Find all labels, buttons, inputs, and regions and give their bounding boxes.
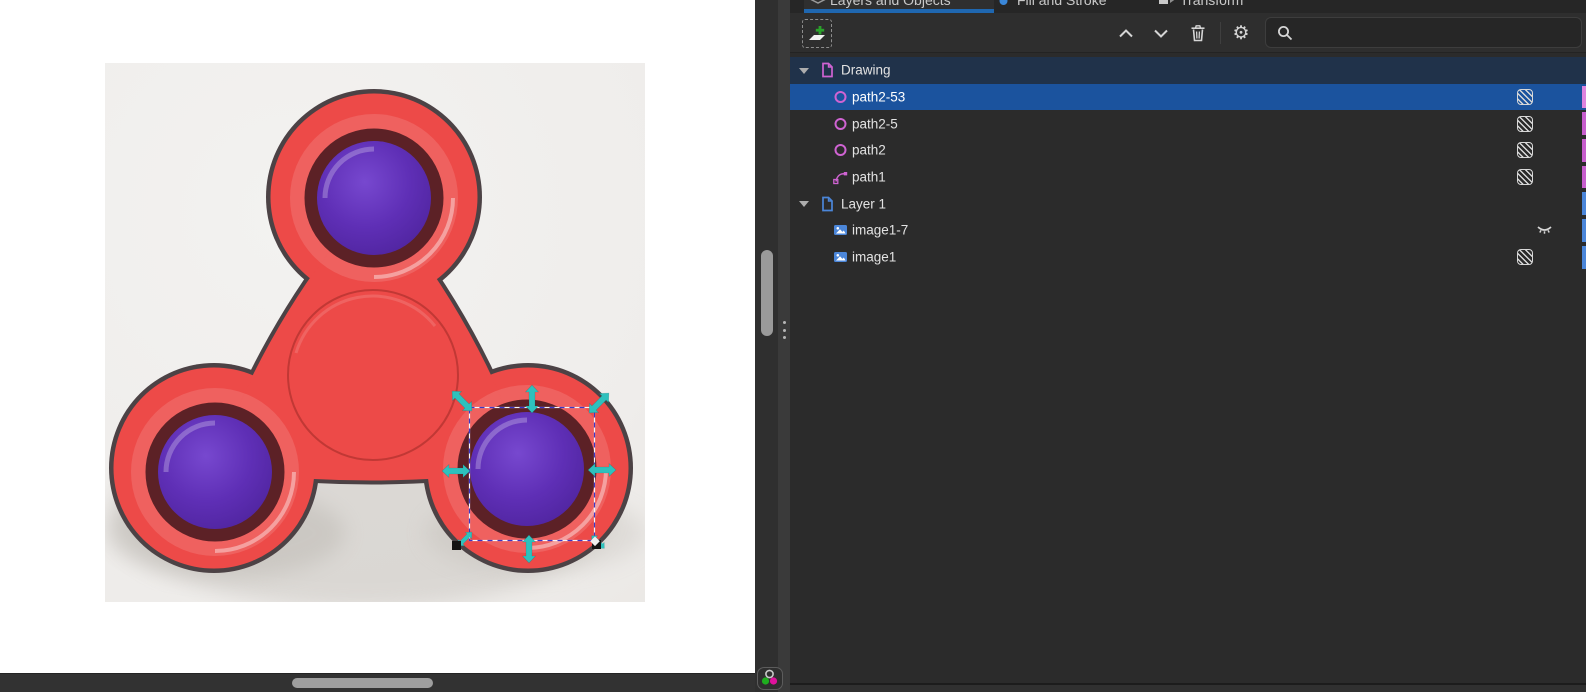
clip-indicator-icon[interactable] — [1517, 249, 1533, 265]
ellipse-object-icon — [833, 90, 848, 105]
tree-row-path2[interactable]: path2 — [790, 137, 1586, 164]
color-circles-icon — [758, 668, 781, 688]
object-label: image1-7 — [852, 223, 908, 238]
objects-toolbar: ⚙ — [790, 13, 1586, 53]
tab-layers-and-objects[interactable]: Layers and Objects — [804, 0, 994, 13]
vertical-scrollbar-thumb[interactable] — [761, 250, 773, 336]
highlight-color-strip — [1582, 246, 1586, 269]
image-object-icon — [833, 223, 848, 238]
tree-row-image1[interactable]: image1 — [790, 244, 1586, 271]
object-tree: Drawing path2-53 path2-5 — [790, 57, 1586, 271]
selection-overlay — [0, 0, 755, 692]
scale-handle-left[interactable] — [442, 465, 470, 478]
vertical-scrollbar[interactable] — [755, 0, 778, 692]
scale-handle-right[interactable] — [588, 464, 616, 477]
paint-drop-icon — [997, 0, 1010, 11]
hidden-eye-icon[interactable] — [1536, 225, 1553, 236]
expander-down-icon[interactable] — [799, 201, 809, 207]
tree-row-path2-53[interactable]: path2-53 — [790, 84, 1586, 111]
panel-empty-area — [790, 271, 1586, 684]
highlight-color-strip — [1582, 219, 1586, 242]
horizontal-scrollbar-thumb[interactable] — [292, 678, 433, 688]
tab-transform[interactable]: Transform — [1150, 0, 1282, 13]
delete-object-button[interactable] — [1184, 20, 1212, 46]
dialog-tab-bar: Layers and Objects Fill and Stroke Trans… — [790, 0, 1586, 13]
transform-icon — [1158, 0, 1176, 11]
settings-button[interactable]: ⚙ — [1227, 20, 1255, 46]
highlight-color-strip — [1582, 139, 1586, 162]
object-label: path2-53 — [852, 90, 905, 105]
selection-bbox — [470, 408, 595, 541]
search-icon — [1276, 24, 1294, 42]
document-icon — [820, 62, 835, 78]
add-layer-icon — [806, 24, 828, 44]
chevron-down-icon — [1151, 24, 1171, 42]
object-label: path2-5 — [852, 116, 898, 131]
divider-grip-icon[interactable] — [782, 321, 786, 339]
clip-indicator-icon[interactable] — [1517, 142, 1533, 158]
ellipse-object-icon — [833, 143, 848, 158]
scale-handle-top-left[interactable] — [448, 387, 477, 416]
image-object-icon — [833, 250, 848, 265]
panel-bottom-edge — [790, 683, 1586, 692]
highlight-color-strip — [1582, 86, 1586, 109]
drawing-canvas[interactable] — [0, 0, 755, 692]
layer-document-icon — [820, 196, 835, 212]
tree-row-drawing[interactable]: Drawing — [790, 57, 1586, 84]
clip-indicator-icon[interactable] — [1517, 116, 1533, 132]
gear-icon: ⚙ — [1232, 24, 1249, 43]
highlight-color-strip — [1582, 166, 1586, 189]
expander-down-icon[interactable] — [799, 68, 809, 74]
layers-objects-panel: Layers and Objects Fill and Stroke Trans… — [790, 0, 1586, 692]
tab-label: Fill and Stroke — [1017, 0, 1106, 8]
clip-indicator-icon[interactable] — [1517, 89, 1533, 105]
ellipse-object-icon — [833, 116, 848, 131]
object-label: image1 — [852, 250, 896, 265]
move-up-button[interactable] — [1112, 20, 1140, 46]
tab-fill-and-stroke[interactable]: Fill and Stroke — [990, 0, 1150, 13]
horizontal-scrollbar[interactable] — [0, 673, 755, 692]
object-label: path1 — [852, 170, 886, 185]
object-search-box[interactable] — [1265, 17, 1582, 48]
bezier-path-icon — [833, 170, 848, 185]
add-layer-button[interactable] — [802, 19, 832, 48]
tree-row-path2-5[interactable]: path2-5 — [790, 110, 1586, 137]
anchor-mark-bottom-left — [452, 541, 461, 550]
object-label: Drawing — [841, 63, 891, 78]
tree-row-layer-1[interactable]: Layer 1 — [790, 190, 1586, 217]
tab-label: Layers and Objects — [830, 0, 951, 8]
tree-row-path1[interactable]: path1 — [790, 164, 1586, 191]
search-input[interactable] — [1294, 25, 1581, 40]
object-label: Layer 1 — [841, 196, 886, 211]
layers-icon — [810, 0, 826, 11]
chevron-up-icon — [1116, 24, 1136, 42]
clip-indicator-icon[interactable] — [1517, 169, 1533, 185]
tab-label: Transform — [1180, 0, 1243, 8]
toolbar-separator — [1220, 22, 1221, 44]
color-managed-display-button[interactable] — [757, 667, 783, 690]
scale-handle-bottom[interactable] — [523, 535, 536, 563]
application-window: Layers and Objects Fill and Stroke Trans… — [0, 0, 1586, 692]
highlight-color-strip — [1582, 112, 1586, 135]
highlight-color-strip — [1582, 192, 1586, 215]
trash-icon — [1188, 23, 1208, 43]
scale-handle-top-right[interactable] — [585, 389, 614, 418]
tree-row-image1-7[interactable]: image1-7 — [790, 217, 1586, 244]
panel-resize-divider[interactable] — [778, 0, 790, 692]
object-label: path2 — [852, 143, 886, 158]
move-down-button[interactable] — [1147, 20, 1175, 46]
scale-handle-top[interactable] — [526, 385, 539, 413]
